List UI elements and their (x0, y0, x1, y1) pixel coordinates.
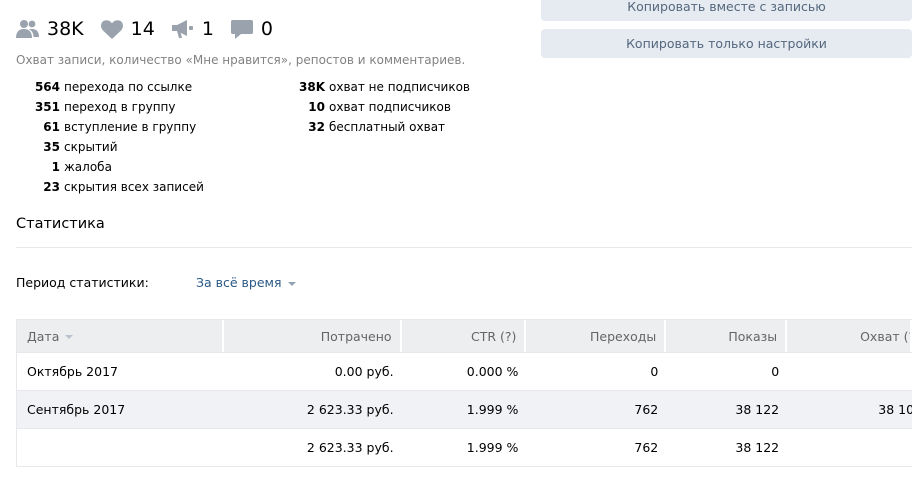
metric-value: 32 (308, 120, 325, 134)
sort-icon (65, 335, 74, 339)
header-reach[interactable]: Охват (?) (787, 320, 912, 352)
header-ctr[interactable]: CTR (?) (402, 320, 527, 352)
metric-value: 351 (34, 100, 60, 114)
header-spent[interactable]: Потрачено (224, 320, 402, 352)
metric-value: 35 (43, 140, 60, 154)
cell-spent: 2 623.33 руб. (306, 402, 394, 417)
cell-reach-value: 0 (797, 364, 912, 379)
cell-ctr: 1.999 % (466, 402, 519, 417)
period-label: Период статистики: (16, 275, 149, 290)
table-header: Дата Потрачено CTR (?) Переходы Показы О… (17, 319, 912, 353)
period-value: За всё время (196, 275, 282, 290)
users-icon (16, 18, 40, 40)
header-date[interactable]: Дата (17, 320, 224, 352)
reposts-stat[interactable]: 1 (171, 18, 214, 40)
metric-label: жалоба (64, 160, 112, 174)
period-dropdown[interactable]: За всё время (196, 275, 296, 290)
section-divider (16, 247, 912, 248)
metric-row: 10 охват подписчиков (264, 99, 470, 119)
cell-reach (787, 429, 912, 466)
reach-count: 38K (47, 18, 84, 40)
table-total-row: 2 623.33 руб. 1.999 % 762 38 122 (17, 429, 912, 467)
metric-label: скрытий (64, 140, 118, 154)
cell-clicks: 762 (634, 440, 659, 455)
header-label: Дата (27, 328, 60, 344)
header-label: CTR (?) (471, 328, 517, 344)
comments-count: 0 (260, 18, 274, 40)
metric-label: вступление в группу (64, 120, 197, 134)
cell-impressions: 38 122 (735, 402, 780, 417)
statistics-table: Дата Потрачено CTR (?) Переходы Показы О… (16, 319, 912, 467)
summary-caption: Охват записи, количество «Мне нравится»,… (16, 53, 466, 67)
cell-reach: 0 (787, 353, 912, 390)
metrics-right: 38K охват не подписчиков 10 охват подписчи… (264, 79, 470, 139)
heart-icon (100, 18, 124, 40)
header-impressions[interactable]: Показы (666, 320, 788, 352)
cell-date: Октябрь 2017 (27, 364, 118, 379)
copy-with-post-button[interactable]: Копировать вместе с записью (541, 0, 912, 21)
cell-spent: 0.00 руб. (334, 364, 394, 379)
metric-row: 564 перехода по ссылке (16, 79, 204, 99)
comment-icon (230, 18, 254, 40)
cell-spent: 2 623.33 руб. (306, 440, 394, 455)
metric-value: 1 (51, 160, 60, 174)
metric-label: охват подписчиков (329, 100, 451, 114)
header-label: Потрачено (320, 328, 392, 344)
metric-row: 1 жалоба (16, 159, 204, 179)
reposts-count: 1 (201, 18, 214, 40)
header-clicks[interactable]: Переходы (526, 320, 667, 352)
metric-row: 38K охват не подписчиков (264, 79, 470, 99)
metric-label: переход в группу (64, 100, 176, 114)
cell-clicks: 0 (650, 364, 659, 379)
cell-ctr: 1.999 % (466, 440, 519, 455)
metric-label: перехода по ссылке (64, 80, 193, 94)
metric-value: 10 (308, 100, 325, 114)
cell-clicks: 762 (634, 402, 659, 417)
metric-value: 23 (43, 180, 60, 194)
likes-stat[interactable]: 14 (100, 18, 155, 40)
likes-count: 14 (130, 18, 155, 40)
cell-impressions: 0 (771, 364, 780, 379)
header-label: Переходы (589, 328, 657, 344)
metric-row: 23 скрытия всех записей (16, 179, 204, 199)
metric-row: 61 вступление в группу (16, 119, 204, 139)
header-label: Охват (?) (860, 328, 910, 344)
post-summary: 38K 14 1 0 (16, 16, 289, 42)
table-row: Октябрь 2017 0.00 руб. 0.000 % 0 0 0 (17, 353, 912, 391)
metric-label: скрытия всех записей (64, 180, 204, 194)
cell-reach: 38 103 (787, 391, 912, 428)
cell-impressions: 38 122 (735, 440, 780, 455)
metric-value: 61 (43, 120, 60, 134)
metrics-left: 564 перехода по ссылке 351 переход в групп… (16, 79, 204, 199)
metric-row: 351 переход в группу (16, 99, 204, 119)
table-row: Сентябрь 2017 2 623.33 руб. 1.999 % 762 … (17, 391, 912, 429)
cell-reach-value: 38 103 (878, 402, 912, 417)
megaphone-icon (171, 18, 195, 40)
cell-date: Сентябрь 2017 (27, 402, 126, 417)
metric-row: 35 скрытий (16, 139, 204, 159)
metric-label: бесплатный охват (329, 120, 446, 134)
header-label: Показы (728, 328, 778, 344)
metric-value: 564 (34, 80, 60, 94)
metric-label: охват не подписчиков (329, 80, 470, 94)
copy-settings-only-button[interactable]: Копировать только настройки (541, 29, 912, 58)
cell-ctr: 0.000 % (466, 364, 519, 379)
metric-row: 32 бесплатный охват (264, 119, 470, 139)
statistics-title: Статистика (16, 216, 105, 232)
chevron-down-icon (287, 281, 296, 286)
reach-stat: 38K (16, 18, 84, 40)
cell-date (17, 429, 224, 466)
comments-stat[interactable]: 0 (230, 18, 273, 40)
metric-value: 38K (299, 80, 325, 94)
